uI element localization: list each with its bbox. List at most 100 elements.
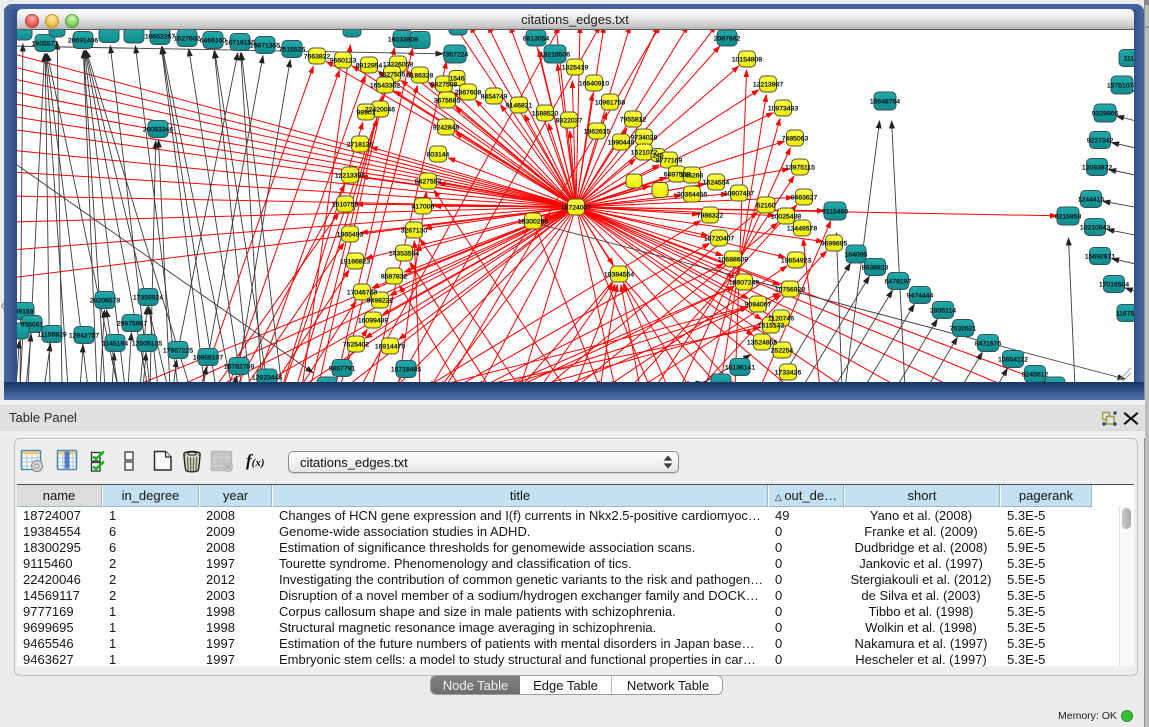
svg-text:1244415: 1244415 xyxy=(1078,196,1105,203)
svg-text:9245612: 9245612 xyxy=(1022,371,1049,378)
svg-text:9146821: 9146821 xyxy=(506,102,533,109)
svg-text:17957225: 17957225 xyxy=(163,347,193,354)
svg-text:17359924: 17359924 xyxy=(133,294,163,301)
svg-text:13975115: 13975115 xyxy=(785,164,815,171)
svg-text:18724007: 18724007 xyxy=(561,204,591,211)
svg-text:10973493: 10973493 xyxy=(768,105,798,112)
svg-text:7986322: 7986322 xyxy=(697,212,724,219)
svg-text:17046748: 17046748 xyxy=(347,289,377,296)
svg-text:9734028: 9734028 xyxy=(631,134,658,141)
svg-text:15692971: 15692971 xyxy=(1085,253,1115,260)
svg-text:6479197: 6479197 xyxy=(885,278,912,285)
svg-text:15718485: 15718485 xyxy=(391,366,421,373)
svg-text:9084067: 9084067 xyxy=(745,301,772,308)
svg-text:9227342: 9227342 xyxy=(1087,137,1114,144)
svg-text:1120746: 1120746 xyxy=(768,315,794,322)
svg-text:19384554: 19384554 xyxy=(604,271,634,278)
svg-text:803144: 803144 xyxy=(427,151,450,158)
svg-text:8454749: 8454749 xyxy=(481,93,508,100)
svg-text:15720407: 15720407 xyxy=(704,235,734,242)
svg-text:9498222: 9498222 xyxy=(367,297,394,304)
svg-text:116753: 116753 xyxy=(1116,310,1134,317)
svg-text:8471676: 8471676 xyxy=(975,340,1002,347)
svg-text:16033809: 16033809 xyxy=(388,36,418,43)
svg-text:12213987: 12213987 xyxy=(753,81,783,88)
svg-text:9327508: 9327508 xyxy=(431,81,458,88)
svg-text:11156829: 11156829 xyxy=(37,331,66,338)
svg-text:18807249: 18807249 xyxy=(729,279,759,286)
svg-text:9777169: 9777169 xyxy=(656,157,683,164)
svg-text:16648764: 16648764 xyxy=(870,98,900,105)
svg-text:8427552: 8427552 xyxy=(415,178,442,185)
svg-text:14353594: 14353594 xyxy=(389,250,419,257)
svg-text:7632621: 7632621 xyxy=(950,325,977,332)
svg-text:8938923: 8938923 xyxy=(862,264,889,271)
svg-text:10807487: 10807487 xyxy=(724,190,754,197)
svg-text:417006: 417006 xyxy=(412,203,435,210)
svg-text:1527602: 1527602 xyxy=(174,35,201,42)
svg-text:111: 111 xyxy=(1124,55,1134,62)
svg-text:10961758: 10961758 xyxy=(595,99,625,106)
svg-text:19654923: 19654923 xyxy=(781,257,811,264)
svg-text:15751074: 15751074 xyxy=(1107,82,1134,89)
svg-text:10025438: 10025438 xyxy=(771,213,801,220)
svg-text:935061: 935061 xyxy=(21,321,44,328)
svg-text:8813054: 8813054 xyxy=(523,35,550,42)
svg-text:9115460: 9115460 xyxy=(822,208,848,215)
svg-text:1588520: 1588520 xyxy=(532,110,559,117)
svg-text:20206578: 20206578 xyxy=(90,297,120,304)
svg-text:16640910: 16640910 xyxy=(579,80,609,87)
svg-text:2087682: 2087682 xyxy=(714,35,741,42)
svg-text:8215958: 8215958 xyxy=(1055,213,1082,220)
svg-text:12093872: 12093872 xyxy=(1082,164,1112,171)
svg-text:8587832: 8587832 xyxy=(381,273,408,280)
svg-text:16671355: 16671355 xyxy=(250,42,280,49)
svg-text:10154808: 10154808 xyxy=(732,56,762,63)
svg-text:3675685: 3675685 xyxy=(434,97,461,104)
svg-text:16543362: 16543362 xyxy=(370,82,400,89)
svg-text:1905571: 1905571 xyxy=(32,40,59,47)
svg-text:10958107: 10958107 xyxy=(193,354,223,361)
svg-text:9242848: 9242848 xyxy=(433,124,460,131)
svg-text:2718126: 2718126 xyxy=(347,141,374,148)
svg-text:746266: 746266 xyxy=(681,172,704,179)
svg-text:12923446: 12923446 xyxy=(252,374,282,381)
svg-text:39159: 39159 xyxy=(17,308,34,315)
svg-text:1546: 1546 xyxy=(449,75,464,82)
svg-text:10210643: 10210643 xyxy=(1080,224,1110,231)
svg-text:62160: 62160 xyxy=(757,202,776,209)
svg-text:13449578: 13449578 xyxy=(787,225,817,232)
svg-text:6466160: 6466160 xyxy=(200,37,227,44)
svg-text:2867608: 2867608 xyxy=(455,89,482,96)
svg-text:10653267: 10653267 xyxy=(145,33,175,40)
svg-text:252254: 252254 xyxy=(771,347,794,354)
svg-text:13524855: 13524855 xyxy=(747,339,777,346)
svg-text:1362615: 1362615 xyxy=(584,128,611,135)
svg-text:9327505: 9327505 xyxy=(379,71,406,78)
svg-text:12213396: 12213396 xyxy=(335,172,365,179)
svg-text:7663822: 7663822 xyxy=(304,53,331,60)
svg-text:7625402: 7625402 xyxy=(343,341,370,348)
svg-text:8186328: 8186328 xyxy=(407,72,434,79)
svg-text:3267130: 3267130 xyxy=(401,227,428,234)
svg-text:20053346: 20053346 xyxy=(143,126,173,133)
svg-text:16782759: 16782759 xyxy=(224,363,254,370)
svg-text:98901: 98901 xyxy=(357,109,376,116)
svg-text:7357224: 7357224 xyxy=(442,51,469,58)
svg-text:1615172: 1615172 xyxy=(758,322,785,329)
svg-text:9660123: 9660123 xyxy=(330,57,357,64)
svg-text:19166823: 19166823 xyxy=(340,258,370,265)
svg-text:12942757: 12942757 xyxy=(69,332,99,339)
svg-text:19218506: 19218506 xyxy=(540,51,570,58)
svg-text:10654112: 10654112 xyxy=(998,356,1028,363)
svg-text:20691406: 20691406 xyxy=(68,37,98,44)
svg-text:9699695: 9699695 xyxy=(821,240,848,247)
svg-text:2935114: 2935114 xyxy=(930,307,956,314)
svg-text:1325419: 1325419 xyxy=(562,64,589,71)
svg-text:13226058: 13226058 xyxy=(383,61,413,68)
svg-text:17016504: 17016504 xyxy=(1099,281,1129,288)
svg-text:164095: 164095 xyxy=(845,251,868,258)
svg-text:9474444: 9474444 xyxy=(907,292,934,299)
svg-text:1624554: 1624554 xyxy=(703,179,730,186)
svg-text:7955812: 7955812 xyxy=(620,116,647,123)
